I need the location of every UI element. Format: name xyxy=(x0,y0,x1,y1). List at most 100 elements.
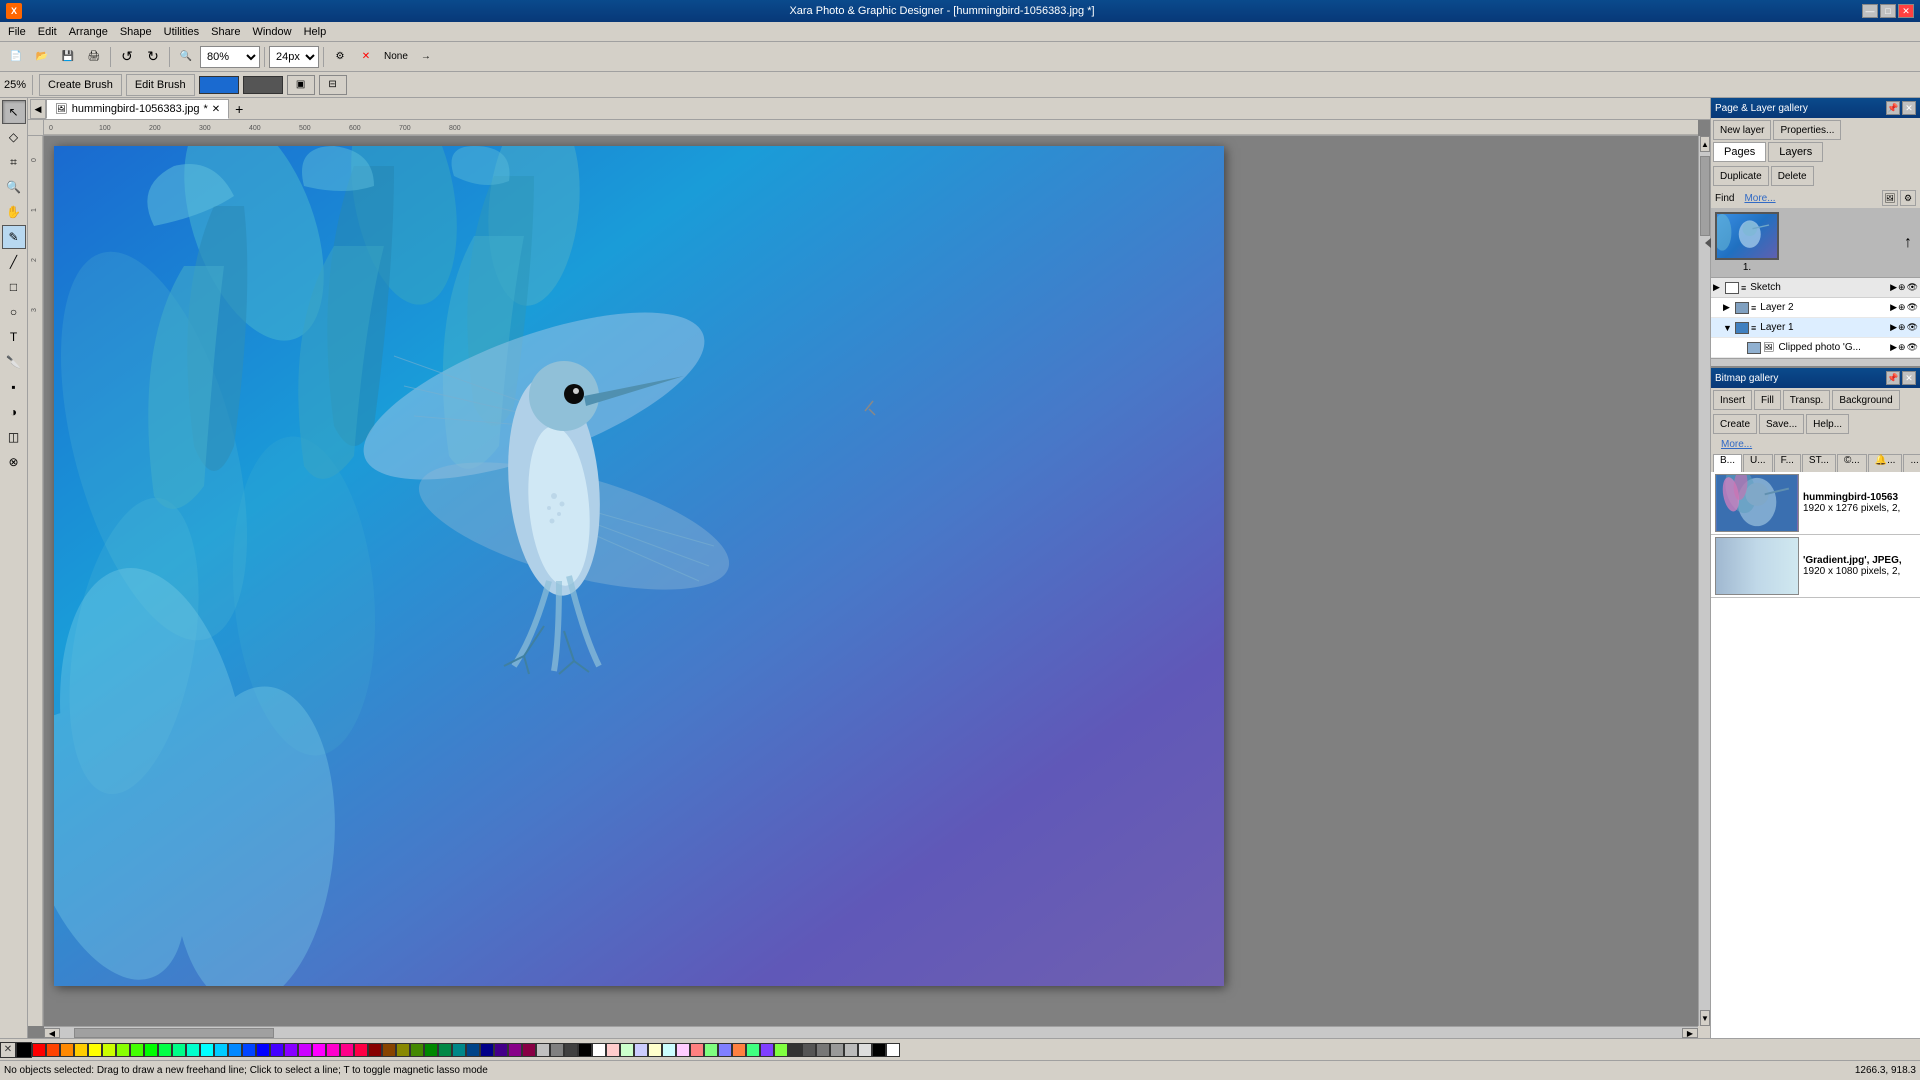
color-swatch[interactable] xyxy=(858,1043,872,1057)
vertical-scrollbar[interactable]: ▲ ▼ xyxy=(1698,136,1710,1026)
bitmap-pin-button[interactable]: 📌 xyxy=(1886,371,1900,385)
brush-options-btn2[interactable]: ⊟ xyxy=(319,75,347,95)
panel-close-button[interactable]: ✕ xyxy=(1902,101,1916,115)
gallery-icon-btn1[interactable]: 🖼 xyxy=(1882,190,1898,206)
color-swatch[interactable] xyxy=(732,1043,746,1057)
fill-button[interactable]: Fill xyxy=(1754,390,1781,410)
layer-1-action2[interactable]: ⊕ xyxy=(1898,322,1906,333)
layer-1-expand[interactable]: ▼ xyxy=(1723,323,1733,333)
color-swatch[interactable] xyxy=(452,1043,466,1057)
maximize-button[interactable]: □ xyxy=(1880,4,1896,18)
stop-button[interactable]: ✕ xyxy=(354,45,378,69)
knife-tool[interactable]: 🔪 xyxy=(2,350,26,374)
vscroll-thumb[interactable] xyxy=(1700,156,1710,236)
color-swatch[interactable] xyxy=(200,1043,214,1057)
color-swatch[interactable] xyxy=(550,1043,564,1057)
save-bitmap-button[interactable]: Save... xyxy=(1759,414,1804,434)
gallery-icon-btn2[interactable]: ⚙ xyxy=(1900,190,1916,206)
color-swatch[interactable] xyxy=(340,1043,354,1057)
layer-sketch-expand[interactable]: ▶ xyxy=(1713,282,1723,293)
color-swatch[interactable] xyxy=(480,1043,494,1057)
color-swatch[interactable] xyxy=(676,1043,690,1057)
transparent-swatch[interactable] xyxy=(872,1043,886,1057)
color-swatch[interactable] xyxy=(690,1043,704,1057)
color-swatch[interactable] xyxy=(606,1043,620,1057)
color-swatch[interactable] xyxy=(830,1043,844,1057)
close-button[interactable]: ✕ xyxy=(1898,4,1914,18)
new-button[interactable]: 📄 xyxy=(4,45,28,69)
add-tab-button[interactable]: + xyxy=(229,99,249,119)
brush-options-btn1[interactable]: ▣ xyxy=(287,75,315,95)
color-swatch[interactable] xyxy=(242,1043,256,1057)
transparency-tool[interactable]: ◑ xyxy=(2,400,26,424)
bitmap-tab-f[interactable]: F... xyxy=(1774,454,1801,472)
delete-button[interactable]: Delete xyxy=(1771,166,1814,186)
layer-photo-action1[interactable]: ▶ xyxy=(1890,342,1897,353)
color-swatch[interactable] xyxy=(60,1043,74,1057)
color-swatch[interactable] xyxy=(522,1043,536,1057)
color-swatch[interactable] xyxy=(214,1043,228,1057)
blend-tool[interactable]: ⊗ xyxy=(2,450,26,474)
color-swatch[interactable] xyxy=(382,1043,396,1057)
bitmap-tab-c[interactable]: ©... xyxy=(1837,454,1867,472)
layers-tab[interactable]: Layers xyxy=(1768,142,1823,162)
layer-sketch-action2[interactable]: ⊕ xyxy=(1898,282,1906,293)
bitmap-tab-u[interactable]: U... xyxy=(1743,454,1773,472)
duplicate-button[interactable]: Duplicate xyxy=(1713,166,1769,186)
layer-sketch-action1[interactable]: ▶ xyxy=(1890,282,1897,293)
color-swatch[interactable] xyxy=(508,1043,522,1057)
layer-1[interactable]: ▼ ≡ Layer 1 ▶ ⊕ 👁 xyxy=(1711,318,1920,338)
no-fill-swatch[interactable]: ✕ xyxy=(0,1042,16,1058)
color-swatch[interactable] xyxy=(844,1043,858,1057)
menu-help[interactable]: Help xyxy=(298,24,333,40)
vscroll-down-btn[interactable]: ▼ xyxy=(1700,1010,1710,1026)
fill-tool[interactable]: ▪ xyxy=(2,375,26,399)
canvas[interactable] xyxy=(54,146,1224,986)
color-swatch[interactable] xyxy=(466,1043,480,1057)
color-swatch[interactable] xyxy=(228,1043,242,1057)
color-swatch[interactable] xyxy=(592,1043,606,1057)
apply-button[interactable]: None xyxy=(380,45,412,69)
menu-utilities[interactable]: Utilities xyxy=(158,24,205,40)
zoom-tool-button[interactable]: 🔍 xyxy=(174,45,198,69)
black-swatch[interactable] xyxy=(16,1042,32,1058)
freehand-tool[interactable]: ✎ xyxy=(2,225,26,249)
create-brush-button[interactable]: Create Brush xyxy=(39,74,122,96)
line-tool[interactable]: ╱ xyxy=(2,250,26,274)
white-swatch[interactable] xyxy=(886,1043,900,1057)
page-1-thumbnail[interactable]: 1. xyxy=(1715,212,1779,273)
color-swatch[interactable] xyxy=(494,1043,508,1057)
color-swatch[interactable] xyxy=(438,1043,452,1057)
menu-shape[interactable]: Shape xyxy=(114,24,158,40)
layer-clipped-photo[interactable]: 🖼 Clipped photo 'G... ▶ ⊕ 👁 xyxy=(1711,338,1920,358)
menu-window[interactable]: Window xyxy=(246,24,297,40)
color-swatch[interactable] xyxy=(634,1043,648,1057)
background-button[interactable]: Background xyxy=(1832,390,1899,410)
minimize-button[interactable]: — xyxy=(1862,4,1878,18)
canvas-viewport[interactable]: 0 100 200 300 400 500 600 700 800 0 1 2 xyxy=(28,120,1710,1038)
color-swatch[interactable] xyxy=(32,1043,46,1057)
color-swatch[interactable] xyxy=(802,1043,816,1057)
color-swatch[interactable] xyxy=(536,1043,550,1057)
layer-2-expand[interactable]: ▶ xyxy=(1723,302,1733,313)
more-link[interactable]: More... xyxy=(1738,191,1781,206)
edit-brush-button[interactable]: Edit Brush xyxy=(126,74,195,96)
bitmap-tab-bell[interactable]: 🔔... xyxy=(1868,454,1903,472)
properties-button[interactable]: Properties... xyxy=(1773,120,1841,140)
menu-arrange[interactable]: Arrange xyxy=(63,24,114,40)
panel-pin-button[interactable]: 📌 xyxy=(1886,101,1900,115)
shape-tool[interactable]: □ xyxy=(2,275,26,299)
open-button[interactable]: 📂 xyxy=(30,45,54,69)
layers-scrollbar[interactable] xyxy=(1711,358,1920,366)
layer-2-action2[interactable]: ⊕ xyxy=(1898,302,1906,313)
redo-button[interactable]: ↻ xyxy=(141,45,165,69)
options-button[interactable]: ⚙ xyxy=(328,45,352,69)
color-swatch[interactable] xyxy=(144,1043,158,1057)
menu-file[interactable]: File xyxy=(2,24,32,40)
color-swatch[interactable] xyxy=(774,1043,788,1057)
hscroll-left-btn[interactable]: ◀ xyxy=(44,1028,60,1038)
layer-photo-action2[interactable]: ⊕ xyxy=(1898,342,1906,353)
layer-1-action1[interactable]: ▶ xyxy=(1890,322,1897,333)
color-swatch[interactable] xyxy=(326,1043,340,1057)
transp-button[interactable]: Transp. xyxy=(1783,390,1831,410)
